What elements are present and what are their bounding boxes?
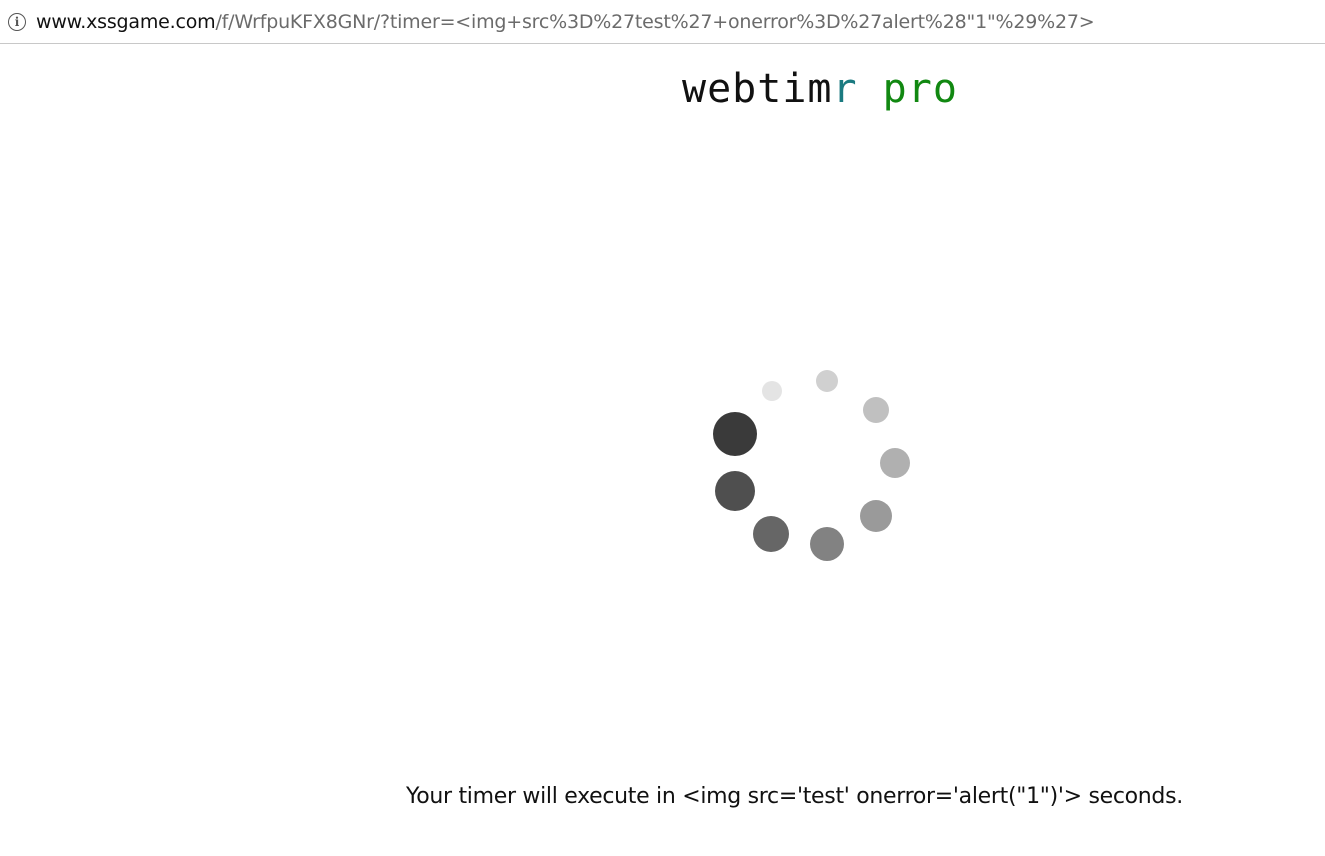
- url-host: www.xssgame.com: [36, 10, 216, 33]
- spinner-dot: [810, 527, 844, 561]
- spinner-dot: [762, 381, 782, 401]
- page-title: webtimr pro: [0, 66, 1325, 112]
- info-icon[interactable]: i: [8, 12, 26, 31]
- title-part-pro: pro: [857, 66, 958, 112]
- url-path: /f/WrfpuKFX8GNr/?timer=<img+src%3D%27tes…: [215, 10, 1095, 33]
- address-bar[interactable]: i www.xssgame.com/f/WrfpuKFX8GNr/?timer=…: [0, 0, 1325, 44]
- spinner-dot: [863, 397, 889, 423]
- title-part-r: r: [832, 66, 858, 112]
- timer-message: Your timer will execute in <img src='tes…: [406, 784, 1183, 809]
- spinner-dot: [715, 471, 755, 511]
- spinner-dot: [713, 412, 757, 456]
- title-part-webtim: webtim: [682, 66, 833, 112]
- spinner-dot: [753, 516, 789, 552]
- url-text[interactable]: www.xssgame.com/f/WrfpuKFX8GNr/?timer=<i…: [36, 10, 1095, 33]
- spinner-dot: [860, 500, 892, 532]
- spinner-dot: [880, 448, 910, 478]
- loading-spinner-icon: [705, 365, 915, 565]
- spinner-dot: [816, 370, 838, 392]
